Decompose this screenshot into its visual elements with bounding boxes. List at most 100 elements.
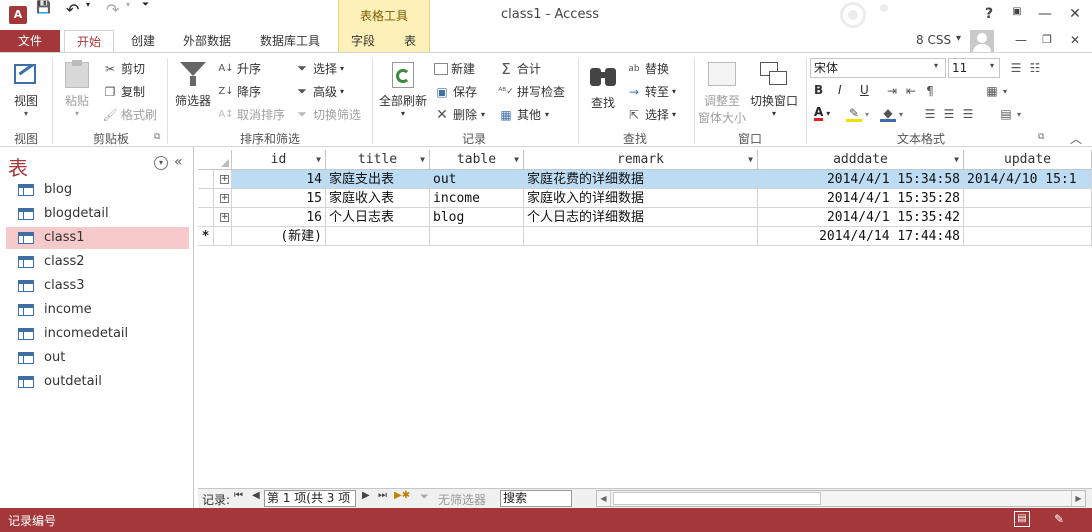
datasheet-view-icon[interactable]: ▤: [1014, 511, 1030, 527]
cell-table[interactable]: out: [430, 170, 524, 189]
selection-button[interactable]: ⏷ 选择 ▾: [294, 60, 344, 77]
replace-button[interactable]: ab 替换: [626, 60, 669, 77]
record-position-input[interactable]: 第 1 项(共 3 项: [264, 490, 356, 507]
undo-icon[interactable]: ↶: [66, 0, 88, 19]
paragraph-icon[interactable]: ¶: [922, 83, 938, 99]
paste-button[interactable]: 粘贴 ▾: [58, 58, 96, 122]
restore-ribbon-button[interactable]: ▣: [1004, 6, 1030, 26]
new-row-cell-title[interactable]: [326, 227, 430, 246]
find-button[interactable]: 查找: [584, 58, 622, 122]
prev-record-button[interactable]: ◀: [252, 490, 260, 501]
nav-item-outdetail[interactable]: outdetail: [6, 371, 189, 393]
minimize-button[interactable]: —: [1032, 6, 1058, 26]
cell-title[interactable]: 家庭收入表: [326, 189, 430, 208]
fill-color-button[interactable]: ◆ ▾: [880, 106, 903, 122]
nav-item-class2[interactable]: class2: [6, 251, 189, 273]
cell-remark[interactable]: 家庭收入的详细数据: [524, 189, 758, 208]
nav-item-out[interactable]: out: [6, 347, 189, 369]
row-selector[interactable]: [198, 170, 214, 189]
new-row-cell-id[interactable]: (新建): [232, 227, 326, 246]
row-selector[interactable]: [198, 189, 214, 208]
clipboard-launcher-icon[interactable]: ⧉: [154, 132, 160, 142]
scroll-left-icon[interactable]: ◀: [597, 491, 611, 506]
nav-pane-collapse-icon[interactable]: «: [174, 154, 183, 170]
cell-remark[interactable]: 家庭花费的详细数据: [524, 170, 758, 189]
delete-record-button[interactable]: ✕ 删除 ▾: [434, 106, 485, 123]
increase-indent-icon[interactable]: ⇥: [884, 83, 900, 99]
column-filter-arrow-icon[interactable]: ▼: [514, 150, 519, 170]
remove-sort-button[interactable]: A↕ 取消排序: [218, 106, 285, 123]
cell-id[interactable]: 15: [232, 189, 326, 208]
font-name-dropdown-icon[interactable]: ▾: [934, 61, 938, 70]
font-name-select[interactable]: 宋体: [810, 58, 946, 78]
redo-dropdown-icon[interactable]: ▾: [126, 0, 138, 9]
sort-ascending-button[interactable]: A↓ 升序: [218, 60, 261, 77]
sort-descending-button[interactable]: Z↓ 降序: [218, 83, 261, 100]
select-button[interactable]: ⇱ 选择 ▾: [626, 106, 676, 123]
cell-adddate[interactable]: 2014/4/1 15:35:42: [758, 208, 964, 227]
close-button[interactable]: ✕: [1062, 6, 1088, 26]
nav-pane-menu-icon[interactable]: ▾: [154, 156, 168, 170]
scroll-thumb[interactable]: [613, 492, 821, 505]
refresh-all-button[interactable]: 全部刷新 ▾: [376, 58, 430, 122]
column-filter-arrow-icon[interactable]: ▼: [748, 150, 753, 170]
totals-button[interactable]: Σ 合计: [498, 60, 541, 78]
alt-row-color-button[interactable]: ▤ ▾: [998, 106, 1021, 122]
tab-database-tools[interactable]: 数据库工具: [252, 30, 328, 53]
filter-status[interactable]: 无筛选器: [438, 491, 486, 508]
new-row-cell-adddate[interactable]: 2014/4/14 17:44:48: [758, 227, 964, 246]
spelling-button[interactable]: ᴬᴮ✓ 拼写检查: [498, 83, 565, 100]
cell-table[interactable]: income: [430, 189, 524, 208]
help-button[interactable]: ?: [976, 6, 1002, 26]
column-header-table[interactable]: table ▼: [430, 150, 524, 170]
nav-item-blogdetail[interactable]: blogdetail: [6, 203, 189, 225]
switch-windows-button[interactable]: 切换窗口 ▾: [748, 58, 800, 128]
new-record-nav-button[interactable]: ▶✱: [394, 490, 410, 501]
horizontal-scrollbar[interactable]: ◀ ▶: [596, 490, 1086, 507]
nav-item-blog[interactable]: blog: [6, 179, 189, 201]
font-size-dropdown-icon[interactable]: ▾: [990, 61, 994, 70]
font-color-button[interactable]: A ▾: [814, 106, 830, 121]
cell-update[interactable]: [964, 189, 1092, 208]
column-header-title[interactable]: title ▼: [326, 150, 430, 170]
column-header-adddate[interactable]: adddate ▼: [758, 150, 964, 170]
nav-item-incomedetail[interactable]: incomedetail: [6, 323, 189, 345]
minimize-document-icon[interactable]: —: [1010, 33, 1032, 49]
advanced-button[interactable]: ⏷ 高级 ▾: [294, 83, 344, 100]
row-selector[interactable]: [198, 208, 214, 227]
align-right-icon[interactable]: ☰: [960, 106, 976, 122]
new-row-marker[interactable]: *: [198, 227, 214, 246]
tab-fields[interactable]: 字段: [342, 30, 384, 53]
more-button[interactable]: ▦ 其他 ▾: [498, 106, 549, 123]
column-filter-arrow-icon[interactable]: ▼: [316, 150, 321, 170]
search-input[interactable]: 搜索: [500, 490, 572, 507]
new-record-button[interactable]: 新建: [434, 60, 475, 77]
goto-button[interactable]: → 转至 ▾: [626, 83, 676, 100]
text-format-launcher-icon[interactable]: ⧉: [1038, 132, 1044, 142]
last-record-button[interactable]: ⏭: [378, 490, 387, 501]
undo-dropdown-icon[interactable]: ▾: [86, 0, 98, 9]
column-header-remark[interactable]: remark ▼: [524, 150, 758, 170]
format-painter-button[interactable]: 🖌 格式刷: [102, 106, 157, 123]
column-header-update[interactable]: update: [964, 150, 1092, 170]
new-row-cell-remark[interactable]: [524, 227, 758, 246]
cell-adddate[interactable]: 2014/4/1 15:35:28: [758, 189, 964, 208]
customize-toolbar-icon[interactable]: ⏷: [142, 0, 158, 10]
design-view-icon[interactable]: ✎: [1050, 511, 1068, 527]
select-all-corner[interactable]: [198, 150, 232, 170]
view-button[interactable]: 视图 ▾: [6, 58, 46, 122]
nav-item-income[interactable]: income: [6, 299, 189, 321]
scroll-right-icon[interactable]: ▶: [1071, 491, 1085, 506]
bold-button[interactable]: B: [814, 83, 823, 97]
column-filter-arrow-icon[interactable]: ▼: [954, 150, 959, 170]
cell-id[interactable]: 14: [232, 170, 326, 189]
cell-title[interactable]: 家庭支出表: [326, 170, 430, 189]
size-to-fit-form-button[interactable]: 调整至 窗体大小: [698, 58, 746, 128]
column-filter-arrow-icon[interactable]: ▼: [420, 150, 425, 170]
avatar[interactable]: [970, 30, 994, 52]
user-account-caret[interactable]: ▾: [956, 33, 961, 44]
collapse-ribbon-icon[interactable]: ︿: [1070, 130, 1082, 147]
tab-table[interactable]: 表: [394, 30, 426, 53]
cell-title[interactable]: 个人日志表: [326, 208, 430, 227]
column-header-id[interactable]: id ▼: [232, 150, 326, 170]
